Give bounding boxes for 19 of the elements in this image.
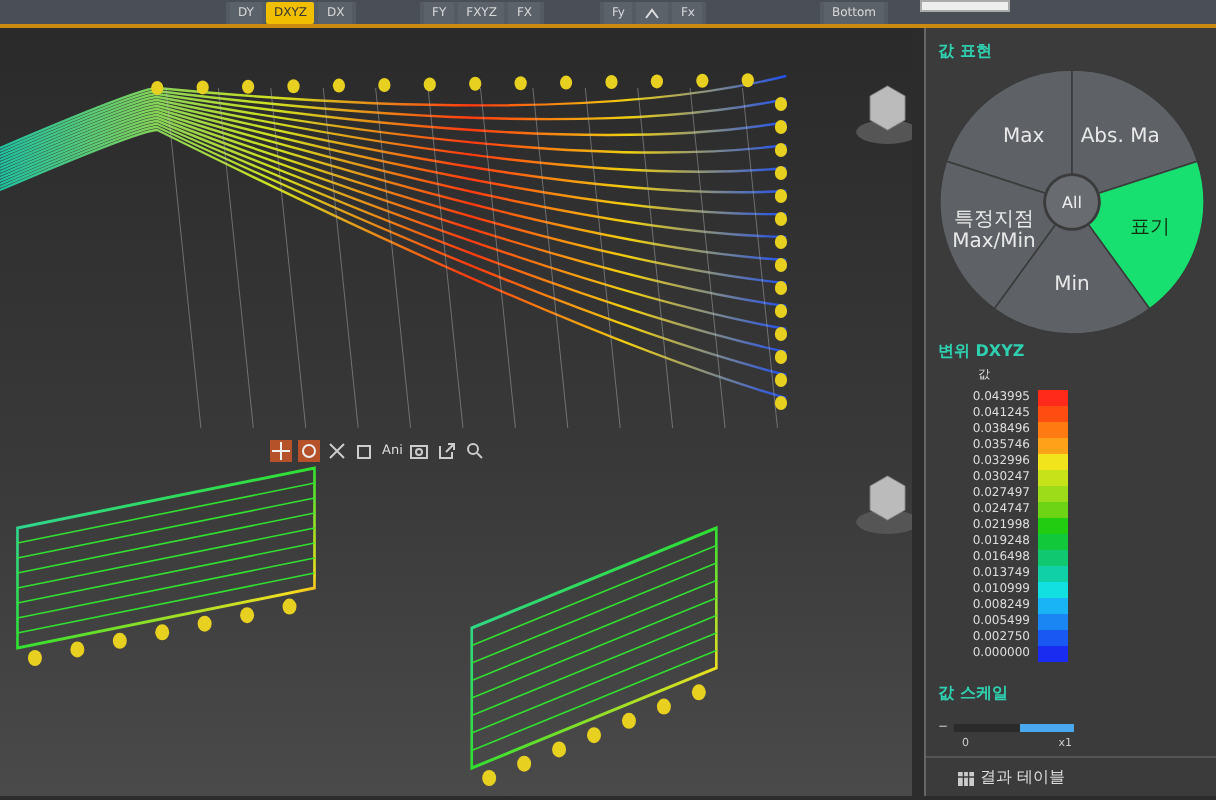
view-cube-icon[interactable] xyxy=(856,85,912,144)
section-title: 값 표현 xyxy=(938,40,994,64)
move-icon[interactable] xyxy=(270,440,292,462)
export-icon[interactable] xyxy=(436,440,459,462)
pie-segment[interactable]: 표기 xyxy=(1087,160,1205,310)
search-icon[interactable] xyxy=(464,440,487,462)
section-title: 변위 DXYZ xyxy=(938,340,1027,364)
input-field[interactable] xyxy=(920,0,1010,12)
camera-icon[interactable] xyxy=(408,440,431,462)
section-title: 값 스케일 xyxy=(938,682,1010,706)
pie-center-button[interactable]: All xyxy=(1046,176,1098,228)
pie-segment[interactable]: Max xyxy=(945,69,1073,195)
rotate-icon[interactable] xyxy=(298,440,320,462)
scale-slider-track[interactable] xyxy=(954,723,1075,731)
table-icon xyxy=(958,771,974,785)
scale-slider-fill[interactable] xyxy=(1020,723,1075,731)
result-table-button[interactable]: 결과 테이블 xyxy=(958,766,1066,790)
pie-segment[interactable]: Abs. Ma xyxy=(1071,69,1199,195)
view-cube-icon[interactable] xyxy=(856,475,912,534)
